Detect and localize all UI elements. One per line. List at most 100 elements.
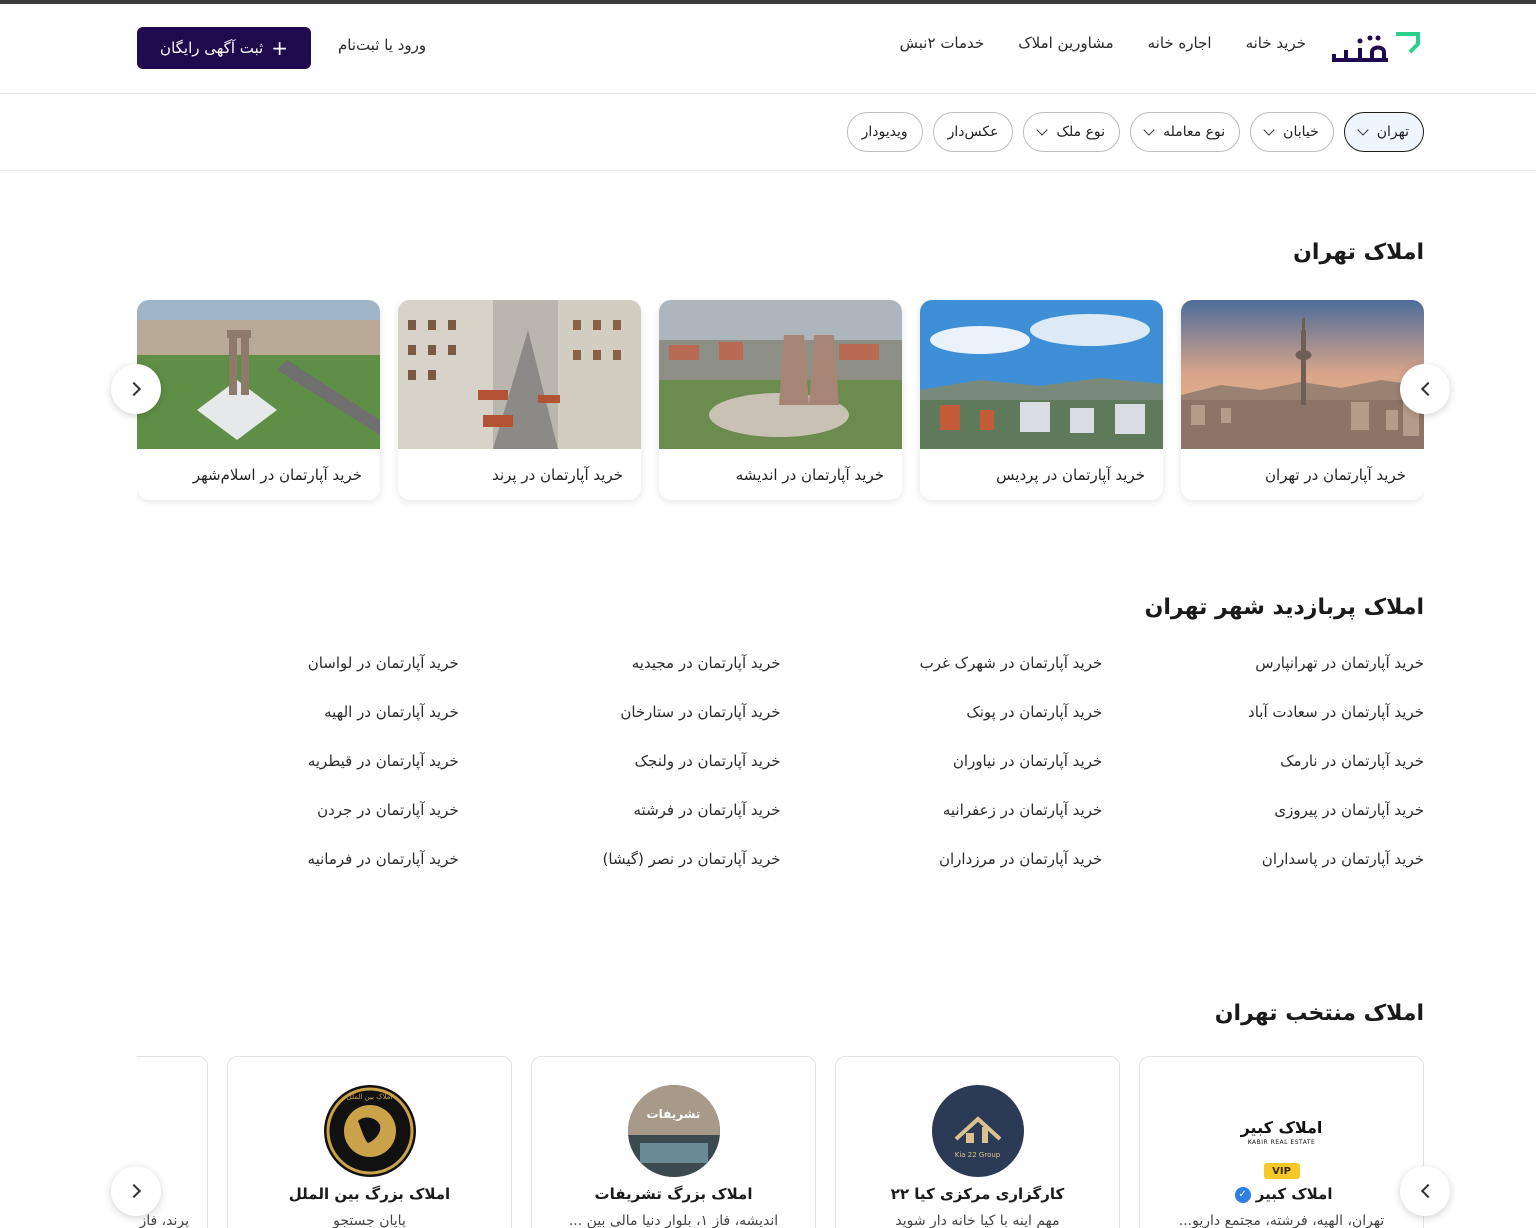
- verified-icon: ✓: [1234, 1186, 1251, 1203]
- filter-city-label: تهران: [1376, 124, 1409, 140]
- chevron-left-icon: [126, 1183, 141, 1199]
- agency-card[interactable]: تشریفات املاک بزرگ تشریفات اندیشه، فاز ۱…: [531, 1056, 816, 1228]
- popular-link[interactable]: خرید آپارتمان در فرمانیه: [137, 848, 459, 870]
- agency-card[interactable]: Kia 22 Group کارگزاری مرکزی کیا ۲۲ مهم ا…: [835, 1056, 1120, 1228]
- agency-logo-text: املاک کبیر: [1240, 1118, 1323, 1137]
- agencies-next-button[interactable]: [1400, 1166, 1450, 1216]
- agency-logo: املاک بین الملل: [323, 1085, 416, 1177]
- links-column: خرید آپارتمان در شهرک غرب خرید آپارتمان …: [781, 652, 1103, 870]
- popular-link[interactable]: خرید آپارتمان در سعادت آباد: [1102, 701, 1424, 723]
- filter-with-photo-label: عکس‌دار: [947, 124, 999, 140]
- agency-name-text: املاک کبیر: [1255, 1185, 1333, 1203]
- main-nav: خرید خانه اجاره خانه مشاورین املاک خدمات…: [900, 34, 1306, 52]
- popular-link[interactable]: خرید آپارتمان در ستارخان: [459, 701, 780, 723]
- agency-name: املاک بزرگ بین الملل: [288, 1185, 451, 1203]
- filter-with-photo[interactable]: عکس‌دار: [932, 112, 1014, 152]
- agency-logo: املاک کبیر KABIR REAL ESTATE: [1235, 1117, 1328, 1157]
- popular-link[interactable]: خرید آپارتمان در ولنجک: [459, 750, 781, 772]
- agencies-prev-button[interactable]: [111, 1166, 161, 1216]
- agency-logo-text: تشریفات: [646, 1107, 701, 1121]
- vip-badge: VIP: [1263, 1163, 1300, 1179]
- popular-link[interactable]: خرید آپارتمان در جردن: [137, 799, 459, 821]
- filter-deal-type[interactable]: نوع معامله: [1130, 112, 1241, 152]
- popular-link[interactable]: خرید آپارتمان در پاسداران: [1102, 848, 1424, 870]
- city-card-tehran[interactable]: خرید آپارتمان در تهران: [1181, 300, 1424, 500]
- city-card-parand[interactable]: خرید آپارتمان در پرند: [398, 300, 641, 500]
- agency-address: تهران، الهیه، فرشته، مجتمع داریو...: [1178, 1213, 1385, 1228]
- popular-link[interactable]: خرید آپارتمان در مجیدیه: [459, 652, 781, 674]
- chevron-right-icon: [1420, 1183, 1435, 1199]
- popular-link[interactable]: خرید آپارتمان در پونک: [781, 701, 1102, 723]
- nav-rent-house[interactable]: اجاره خانه: [1148, 34, 1212, 52]
- agencies-carousel: املاک کبیر KABIR REAL ESTATE VIP املاک ک…: [137, 1056, 1424, 1228]
- site-header: خرید خانه اجاره خانه مشاورین املاک خدمات…: [0, 4, 1536, 94]
- filter-with-video[interactable]: ویدیودار: [846, 112, 923, 152]
- agency-card[interactable]: املاک کبیر KABIR REAL ESTATE VIP املاک ک…: [1139, 1056, 1424, 1228]
- post-ad-label: ثبت آگهی رایگان: [160, 39, 264, 57]
- logo[interactable]: [1332, 30, 1424, 66]
- agency-card[interactable]: املاک بین الملل املاک بزرگ بین الملل پای…: [227, 1056, 512, 1228]
- popular-link[interactable]: خرید آپارتمان در پیروزی: [1102, 799, 1424, 821]
- login-link[interactable]: ورود یا ثبت‌نام: [338, 36, 426, 54]
- agency-address: اندیشه، فاز ۱، بلوار دنیا مالی بین ...: [568, 1213, 779, 1228]
- links-column: خرید آپارتمان در مجیدیه خرید آپارتمان در…: [459, 652, 781, 870]
- popular-link[interactable]: خرید آپارتمان در تهرانپارس: [1102, 652, 1424, 674]
- popular-section-title: املاک پربازدید شهر تهران: [1144, 595, 1424, 620]
- popular-link[interactable]: خرید آپارتمان در قیطریه: [137, 750, 459, 772]
- chevron-down-icon: [1357, 124, 1369, 136]
- city-card-pardis[interactable]: خرید آپارتمان در پردیس: [920, 300, 1163, 500]
- plus-icon: +: [271, 36, 288, 60]
- post-ad-button[interactable]: + ثبت آگهی رایگان: [137, 27, 311, 69]
- popular-link[interactable]: خرید آپارتمان در شهرک غرب: [781, 652, 1103, 674]
- nav-buy-house[interactable]: خرید خانه: [1246, 34, 1306, 52]
- popular-link[interactable]: خرید آپارتمان در زعفرانیه: [781, 799, 1102, 821]
- popular-link[interactable]: خرید آپارتمان در الهیه: [137, 701, 459, 723]
- agency-logo-subtext: KABIR REAL ESTATE: [1247, 1139, 1316, 1146]
- chevron-down-icon: [1263, 124, 1275, 136]
- cities-next-button[interactable]: [1400, 364, 1450, 414]
- filter-deal-type-label: نوع معامله: [1163, 124, 1226, 140]
- filter-with-video-label: ویدیودار: [861, 124, 908, 140]
- agency-name: املاک کبیر ✓: [1140, 1185, 1423, 1203]
- cities-carousel: خرید آپارتمان در تهران خرید آپارتمان در …: [137, 300, 1424, 510]
- chevron-down-icon: [1143, 124, 1155, 136]
- filter-property-type[interactable]: نوع ملک: [1023, 112, 1121, 152]
- city-image-andisheh: [659, 300, 902, 449]
- city-label: خرید آپارتمان در پرند: [492, 465, 623, 484]
- popular-links-grid: خرید آپارتمان در تهرانپارس خرید آپارتمان…: [137, 652, 1424, 870]
- agency-logo-text: املاک بین الملل: [346, 1093, 393, 1101]
- chevron-down-icon: [1036, 124, 1049, 136]
- popular-link[interactable]: خرید آپارتمان در لواسان: [137, 652, 459, 674]
- popular-link[interactable]: خرید آپارتمان در فرشته: [459, 799, 781, 821]
- city-image-parand: [398, 300, 641, 449]
- filter-city[interactable]: تهران: [1343, 112, 1424, 152]
- agency-name: املاک بزرگ تشریفات: [594, 1185, 753, 1203]
- nav-agents[interactable]: مشاورین املاک: [1018, 34, 1113, 52]
- links-column: خرید آپارتمان در تهرانپارس خرید آپارتمان…: [1102, 652, 1424, 870]
- cities-prev-button[interactable]: [111, 364, 161, 414]
- city-card-eslamshahr[interactable]: خرید آپارتمان در اسلام‌شهر: [137, 300, 380, 500]
- popular-link[interactable]: خرید آپارتمان در نیاوران: [781, 750, 1102, 772]
- city-image-tehran: [1181, 300, 1424, 449]
- filter-property-type-label: نوع ملک: [1056, 124, 1106, 140]
- agency-address: پایان جستجو: [333, 1213, 406, 1228]
- agency-logo: تشریفات: [627, 1085, 720, 1177]
- city-label: خرید آپارتمان در اندیشه: [735, 465, 884, 484]
- agency-name: کارگزاری مرکزی کیا ۲۲: [890, 1185, 1065, 1203]
- agency-logo: Kia 22 Group: [931, 1085, 1024, 1177]
- popular-link[interactable]: خرید آپارتمان در نارمک: [1102, 750, 1424, 772]
- nav-services[interactable]: خدمات ۲نبش: [900, 34, 985, 52]
- chevron-left-icon: [126, 381, 141, 397]
- city-image-pardis: [920, 300, 1163, 449]
- city-image-eslamshahr: [137, 300, 380, 449]
- links-column: خرید آپارتمان در لواسان خرید آپارتمان در…: [137, 652, 459, 870]
- agency-logo-subtext: Kia 22 Group: [954, 1151, 1001, 1159]
- filter-bar: تهران خیابان نوع معامله نوع ملک عکس‌دار …: [0, 94, 1536, 171]
- city-label: خرید آپارتمان در پردیس: [996, 465, 1145, 484]
- city-label: خرید آپارتمان در اسلام‌شهر: [192, 465, 362, 484]
- popular-link[interactable]: خرید آپارتمان در نصر (گیشا): [459, 848, 781, 870]
- city-card-andisheh[interactable]: خرید آپارتمان در اندیشه: [659, 300, 902, 500]
- agencies-section-title: املاک منتخب تهران: [1214, 1001, 1424, 1026]
- filter-street[interactable]: خیابان: [1250, 112, 1334, 152]
- popular-link[interactable]: خرید آپارتمان در مرزداران: [781, 848, 1102, 870]
